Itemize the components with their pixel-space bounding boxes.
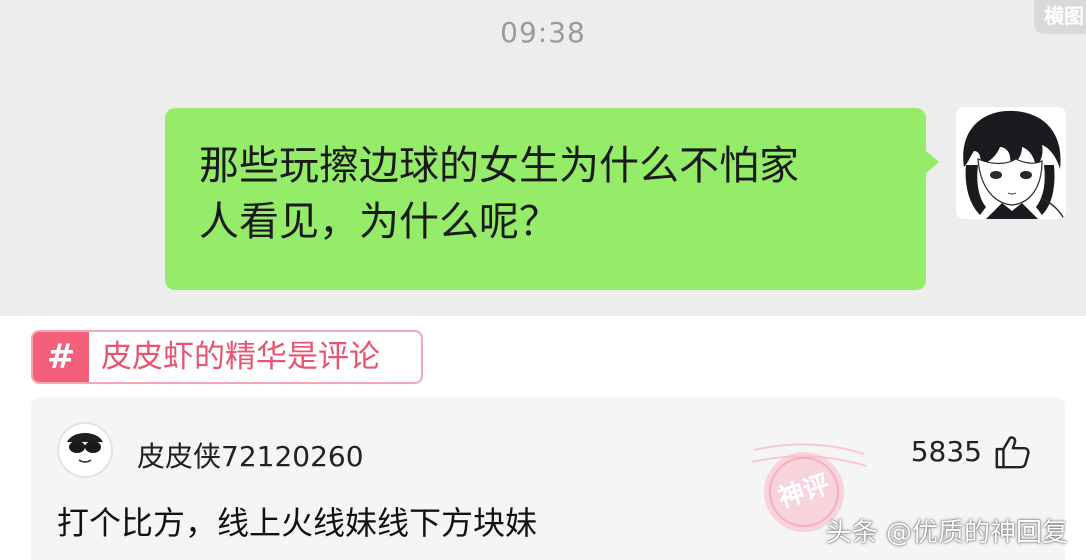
message-line-2: 人看见，为什么呢？ — [199, 199, 559, 245]
like-count: 5835 — [910, 435, 982, 468]
topic-tag[interactable]: # 皮皮虾的精华是评论 — [31, 330, 423, 384]
hashtag-icon: # — [33, 332, 89, 382]
message-bubble[interactable]: 那些玩擦边球的女生为什么不怕家 人看见，为什么呢？ — [165, 108, 926, 290]
thumbs-up-icon[interactable] — [993, 433, 1031, 471]
message-timestamp: 09:38 — [500, 16, 586, 49]
anime-avatar-icon — [956, 107, 1066, 219]
screenshot-page: 09:38 横图 那些玩擦边球的女生为什么不怕家 人看见，为什么呢？ # 皮皮虾… — [0, 0, 1086, 560]
commenter-avatar[interactable] — [57, 422, 113, 478]
chat-area: 09:38 横图 那些玩擦边球的女生为什么不怕家 人看见，为什么呢？ — [0, 0, 1086, 316]
bubble-tail — [925, 150, 939, 174]
message-line-1: 那些玩擦边球的女生为什么不怕家 — [199, 143, 799, 189]
source-watermark: 头条 @优质的神回复 — [825, 518, 1068, 548]
sunglasses-face-icon — [60, 425, 110, 475]
topic-label: 皮皮虾的精华是评论 — [101, 339, 380, 375]
comment-text: 打个比方，线上火线妹线下方块妹 — [57, 504, 538, 542]
sender-avatar[interactable] — [956, 107, 1066, 219]
commenter-username[interactable]: 皮皮侠72120260 — [137, 435, 364, 475]
corner-tag: 横图 — [1034, 0, 1086, 34]
